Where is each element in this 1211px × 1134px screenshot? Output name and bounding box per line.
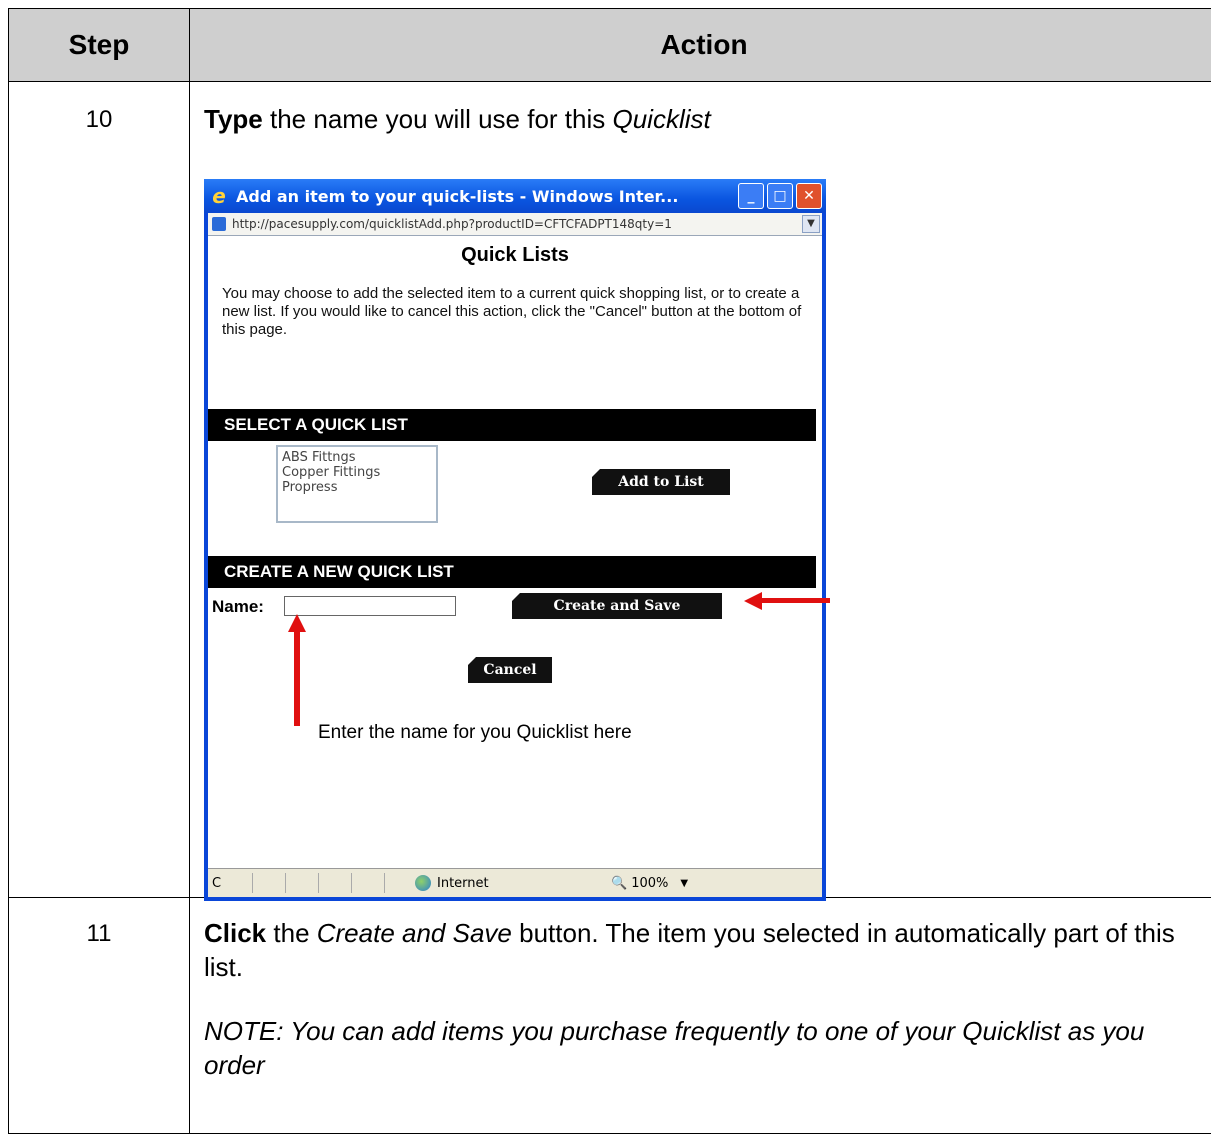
cancel-button[interactable]: Cancel [468, 657, 552, 683]
intro-text: You may choose to add the selected item … [222, 285, 808, 339]
instruction-emphasis: Quicklist [612, 104, 710, 134]
ie-window: e Add an item to your quick-lists - Wind… [204, 179, 826, 901]
step-number-text: 10 [9, 106, 189, 134]
instruction-body: the [266, 918, 317, 948]
name-label: Name: [212, 597, 264, 617]
table-row: 11 Click the Create and Save button. The… [9, 898, 1211, 1134]
zone-text: Internet [437, 876, 587, 891]
create-list-header: CREATE A NEW QUICK LIST [208, 556, 816, 588]
instruction-text: Type the name you will use for this Quic… [204, 102, 1211, 136]
step-number: 11 [9, 898, 190, 1134]
create-and-save-button[interactable]: Create and Save [512, 593, 722, 619]
zoom-icon: 🔍 [611, 876, 627, 891]
window-title-bar: e Add an item to your quick-lists - Wind… [204, 179, 826, 213]
name-field[interactable] [284, 596, 456, 616]
zoom-level[interactable]: 100% [631, 876, 668, 891]
action-header: Action [190, 9, 1211, 82]
list-item[interactable]: Copper Fittings [282, 465, 436, 480]
step-header: Step [9, 9, 190, 82]
action-cell: Click the Create and Save button. The it… [190, 898, 1211, 1134]
maximize-button[interactable]: □ [767, 183, 793, 209]
instruction-text: Click the Create and Save button. The it… [204, 916, 1178, 984]
status-bar: C Internet 🔍 100% ▼ [208, 868, 822, 897]
arrow-head-up [288, 614, 306, 632]
note-text: NOTE: You can add items you purchase fre… [204, 1014, 1158, 1082]
window-title: Add an item to your quick-lists - Window… [236, 187, 678, 206]
instruction-verb: Click [204, 918, 266, 948]
instruction-verb: Type [204, 104, 263, 134]
minimize-button[interactable]: _ [738, 183, 764, 209]
arrow-shaft-up [294, 632, 300, 726]
status-text: C [208, 876, 252, 891]
instruction-emphasis: Create and Save [317, 918, 512, 948]
ie-logo-icon: e [208, 185, 230, 207]
address-url: http://pacesupply.com/quicklistAdd.php?p… [232, 217, 802, 231]
chevron-down-icon[interactable]: ▼ [802, 215, 820, 233]
step-number: 10 [9, 82, 190, 898]
page-title: Quick Lists [208, 244, 822, 267]
arrow-shaft-left [760, 598, 830, 603]
callout-text: Enter the name for you Quicklist here [318, 722, 632, 744]
add-to-list-button[interactable]: Add to List [592, 469, 730, 495]
header-row: Step Action [9, 9, 1211, 82]
window-controls: _ □ ✕ [738, 183, 822, 209]
list-item[interactable]: ABS Fittngs [282, 450, 436, 465]
address-bar[interactable]: http://pacesupply.com/quicklistAdd.php?p… [208, 213, 822, 236]
arrow-head-left [744, 592, 762, 610]
close-button[interactable]: ✕ [796, 183, 822, 209]
chevron-down-icon[interactable]: ▼ [680, 878, 688, 889]
select-list-header: SELECT A QUICK LIST [208, 409, 816, 441]
instruction-body: the name you will use for this [263, 104, 613, 134]
page-icon [212, 217, 226, 231]
step-number-text: 11 [9, 920, 189, 948]
globe-icon [415, 875, 431, 891]
quick-list-select[interactable]: ABS Fittngs Copper Fittings Propress [276, 445, 438, 523]
list-item[interactable]: Propress [282, 480, 436, 495]
